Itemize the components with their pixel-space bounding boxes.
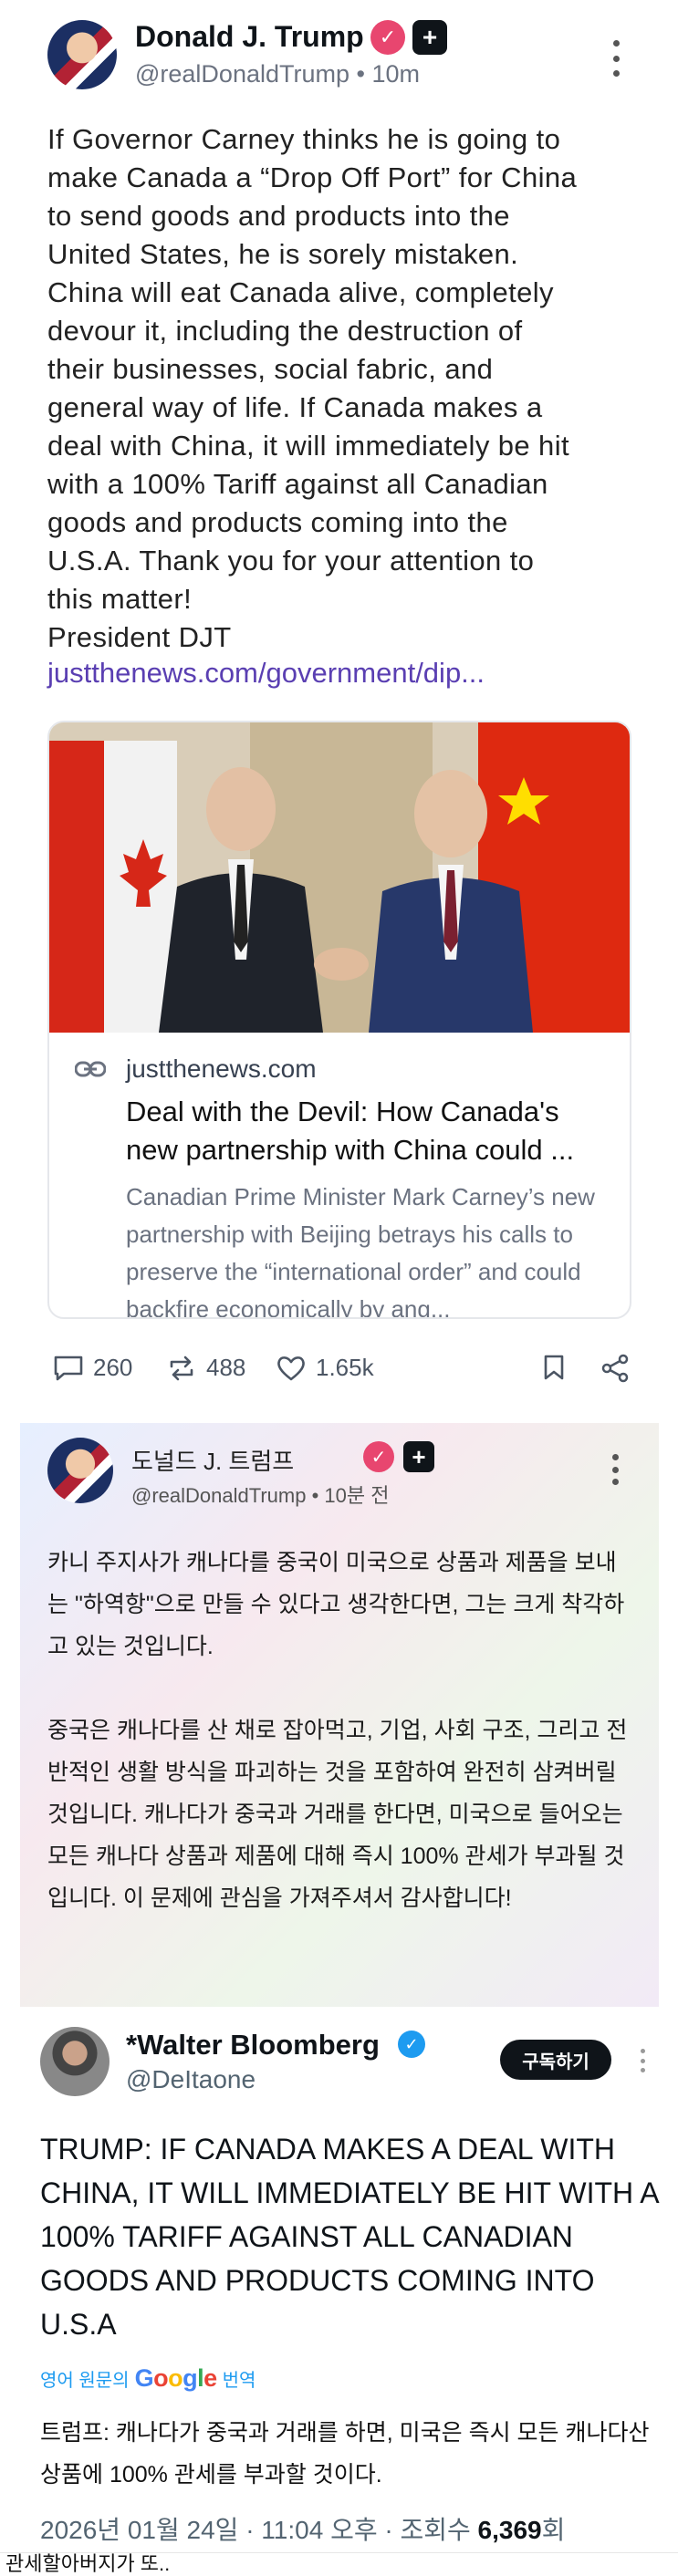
post-body-line: If Governor Carney thinks he is going to bbox=[47, 123, 561, 155]
kr-paragraph: 중국은 캐나다를 산 채로 잡아먹고, 기업, 사회 구조, 그리고 전반적인 … bbox=[47, 1718, 628, 1911]
google-logo: Google bbox=[134, 2364, 218, 2392]
post-body-line: their businesses, social fabric, and bbox=[47, 353, 494, 385]
post-body-line: this matter! bbox=[47, 583, 193, 615]
kr-more-options-icon bbox=[610, 1454, 621, 1485]
post-body: If Governor Carney thinks he is going to… bbox=[47, 120, 650, 657]
verified-badge-icon: ✓ bbox=[370, 20, 405, 55]
card-source-text: justthenews.com bbox=[126, 1054, 317, 1083]
x-post-body: TRUMP: IF CANADA MAKES A DEAL WITH CHINA… bbox=[40, 2133, 658, 2341]
post-body-line: with a 100% Tariff against all Canadian bbox=[47, 468, 548, 500]
x-date-text: 2026년 01월 24일 · 11:04 오후 · 조회수 bbox=[40, 2516, 471, 2544]
preview-image bbox=[49, 722, 630, 1033]
post-body-line: China will eat Canada alive, completely bbox=[47, 276, 554, 308]
share-icon bbox=[601, 1354, 629, 1383]
author-avatar[interactable] bbox=[47, 20, 117, 89]
x-author-avatar[interactable] bbox=[40, 2027, 110, 2096]
translate-suffix: 번역 bbox=[222, 2371, 256, 2391]
x-post: *Walter Bloomberg ✓ @DeItaone 구독하기 TRUMP… bbox=[0, 2007, 678, 2554]
link-icon bbox=[75, 1061, 106, 1077]
post-body-line: to send goods and products into the bbox=[47, 200, 510, 232]
retruth-button[interactable]: 488 bbox=[166, 1354, 245, 1382]
post-body-line: U.S.A. Thank you for your attention to bbox=[47, 545, 535, 576]
kr-post-body: 카니 주지사가 캐나다를 중국이 미국으로 상품과 제품을 보내는 "하역항"으… bbox=[47, 1542, 631, 1961]
post-body-line: President DJT bbox=[47, 621, 232, 653]
bookmark-icon bbox=[544, 1355, 564, 1380]
translation-attribution[interactable]: 영어 원문의 Google 번역 bbox=[40, 2364, 256, 2393]
reply-count: 260 bbox=[93, 1354, 133, 1381]
card-title[interactable]: Deal with the Devil: How Canada's new pa… bbox=[126, 1093, 619, 1169]
reply-icon bbox=[54, 1356, 83, 1380]
x-post-timestamp: 2026년 01월 24일 · 11:04 오후 · 조회수 6,369회 bbox=[40, 2510, 565, 2547]
x-verified-badge-icon: ✓ bbox=[398, 2031, 425, 2058]
post-body-line: devour it, including the destruction of bbox=[47, 315, 523, 347]
post-actions: 260 488 1.65k bbox=[47, 1354, 631, 1390]
like-button[interactable]: 1.65k bbox=[276, 1354, 374, 1382]
kr-author-handle-time: @realDonaldTrump • 10분 전 bbox=[131, 1484, 390, 1507]
korean-translation-card: 도널드 J. 트럼프 ✓ + @realDonaldTrump • 10분 전 … bbox=[20, 1423, 659, 2007]
x-more-options-icon[interactable] bbox=[639, 2049, 646, 2072]
author-handle-time: @realDonaldTrump • 10m bbox=[135, 60, 420, 88]
x-translated-body: 트럼프: 캐나다가 중국과 거래를 하면, 미국은 즉시 모든 캐나다산 상품에… bbox=[40, 2420, 650, 2488]
post-body-line: goods and products coming into the bbox=[47, 506, 508, 538]
author-name[interactable]: Donald J. Trump bbox=[135, 20, 364, 54]
card-description: Canadian Prime Minister Mark Carney’s ne… bbox=[126, 1183, 595, 1319]
bookmark-button[interactable] bbox=[542, 1354, 566, 1381]
like-count: 1.65k bbox=[316, 1354, 374, 1381]
post-body-line: United States, he is sorely mistaken. bbox=[47, 238, 519, 270]
post-link[interactable]: justthenews.com/government/dip... bbox=[47, 657, 485, 690]
kr-plus-badge-icon: + bbox=[403, 1441, 434, 1472]
subscribe-button[interactable]: 구독하기 bbox=[500, 2040, 611, 2080]
caption: 관세할아버지가 또.. bbox=[5, 2552, 171, 2575]
x-author-name[interactable]: *Walter Bloomberg bbox=[126, 2029, 380, 2062]
card-source: justthenews.com bbox=[75, 1054, 317, 1084]
x-view-count: 6,369 bbox=[477, 2516, 542, 2544]
x-views-suffix: 회 bbox=[541, 2516, 566, 2544]
link-preview-card[interactable]: justthenews.com Deal with the Devil: How… bbox=[47, 721, 631, 1319]
retruth-icon bbox=[170, 1356, 193, 1380]
post-body-line: general way of life. If Canada makes a bbox=[47, 391, 543, 423]
kr-verified-badge-icon: ✓ bbox=[363, 1441, 394, 1472]
reply-button[interactable]: 260 bbox=[53, 1354, 132, 1382]
more-options-icon[interactable] bbox=[610, 40, 622, 77]
share-button[interactable] bbox=[600, 1354, 630, 1383]
translate-prefix: 영어 원문의 bbox=[40, 2371, 130, 2391]
x-author-handle[interactable]: @DeItaone bbox=[126, 2065, 256, 2094]
post-body-line: make Canada a “Drop Off Port” for China bbox=[47, 161, 578, 193]
plus-badge-icon: + bbox=[412, 20, 447, 55]
kr-paragraph: 카니 주지사가 캐나다를 중국이 미국으로 상품과 제품을 보내는 "하역항"으… bbox=[47, 1550, 625, 1659]
truth-social-post: Donald J. Trump ✓ + @realDonaldTrump • 1… bbox=[0, 0, 678, 1423]
retruth-count: 488 bbox=[206, 1354, 246, 1381]
kr-author-name: 도널드 J. 트럼프 bbox=[131, 1448, 295, 1475]
post-body-line: deal with China, it will immediately be … bbox=[47, 430, 569, 462]
kr-author-avatar bbox=[47, 1438, 113, 1503]
heart-icon bbox=[277, 1356, 305, 1380]
